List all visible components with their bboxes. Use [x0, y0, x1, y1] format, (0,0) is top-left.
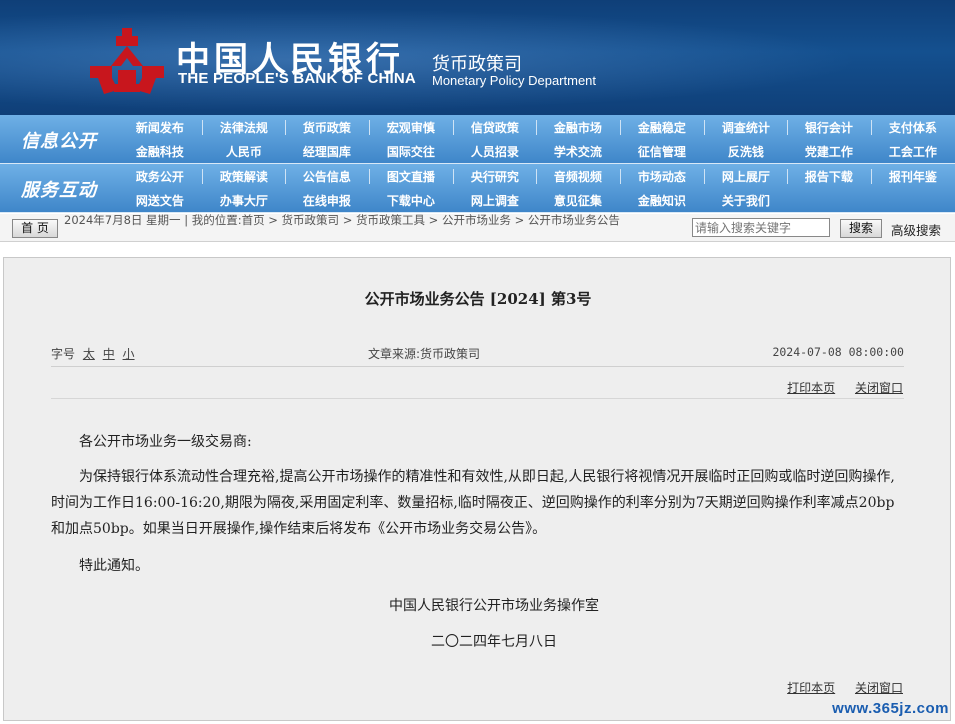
nav-item[interactable]: 金融科技	[118, 140, 202, 164]
nav-item[interactable]: 调查统计	[704, 116, 788, 140]
article-meta: 字号 太 中 小 文章来源:货币政策司 2024-07-08 08:00:00	[51, 345, 904, 363]
nav-item[interactable]: 图文直播	[369, 165, 453, 189]
nav-item[interactable]: 政策解读	[202, 165, 286, 189]
nav-item[interactable]: 国际交往	[369, 140, 453, 164]
advanced-search-link[interactable]: 高级搜索	[891, 220, 941, 239]
paragraph: 为保持银行体系流动性合理充裕,提高公开市场操作的精准性和有效性,从即日起,人民银…	[51, 469, 895, 537]
header-banner: 中国人民银行 THE PEOPLE'S BANK OF CHINA 货币政策司 …	[0, 0, 955, 115]
search-button[interactable]: 搜索	[840, 219, 882, 238]
print-link[interactable]: 打印本页	[787, 681, 835, 695]
font-size-selector: 字号 太 中 小	[51, 345, 135, 362]
nav-item[interactable]: 经理国库	[285, 140, 369, 164]
article-tools-bottom: 打印本页 关闭窗口	[771, 679, 903, 696]
nav-item[interactable]: 金融知识	[620, 189, 704, 213]
nav-divider	[620, 169, 621, 184]
nav-divider	[871, 169, 872, 184]
font-size-label: 字号	[51, 347, 76, 361]
nav-grid-service: 政务公开 政策解读 公告信息 图文直播 央行研究 音频视频 市场动态 网上展厅 …	[118, 164, 955, 213]
nav-item[interactable]: 银行会计	[787, 116, 871, 140]
nav-item[interactable]: 人员招录	[453, 140, 537, 164]
article-panel: 公开市场业务公告 [2024] 第3号 字号 太 中 小 文章来源:货币政策司 …	[3, 257, 951, 721]
nav-divider	[285, 169, 286, 184]
divider	[51, 366, 904, 367]
nav-item[interactable]: 学术交流	[536, 140, 620, 164]
nav-item[interactable]: 支付体系	[871, 116, 955, 140]
signature-date: 二〇二四年七月八日	[431, 634, 557, 650]
nav-section-service: 服务互动 政务公开 政策解读 公告信息 图文直播 央行研究 音频视频 市场动态 …	[0, 164, 955, 213]
print-link[interactable]: 打印本页	[787, 381, 835, 395]
nav-section-title-service: 服务互动	[21, 179, 97, 201]
nav-row: 网送文告 办事大厅 在线申报 下载中心 网上调查 意见征集 金融知识 关于我们	[118, 189, 955, 213]
nav-item[interactable]: 征信管理	[620, 140, 704, 164]
article-source: 文章来源:货币政策司	[368, 347, 481, 361]
nav-item[interactable]: 信贷政策	[453, 116, 537, 140]
nav-item[interactable]: 金融市场	[536, 116, 620, 140]
notice: 特此通知。	[79, 558, 149, 574]
nav-item[interactable]: 反洗钱	[704, 140, 788, 164]
nav-item[interactable]: 市场动态	[620, 165, 704, 189]
nav-item[interactable]: 政务公开	[118, 165, 202, 189]
nav-item[interactable]: 工会工作	[871, 140, 955, 164]
nav-section-title-info: 信息公开	[21, 130, 97, 152]
nav-divider	[536, 169, 537, 184]
nav-divider	[704, 120, 705, 135]
close-window-link[interactable]: 关闭窗口	[855, 681, 903, 695]
nav-item[interactable]: 人民币	[202, 140, 286, 164]
nav-item[interactable]: 金融稳定	[620, 116, 704, 140]
nav-grid-info: 新闻发布 法律法规 货币政策 宏观审慎 信贷政策 金融市场 金融稳定 调查统计 …	[118, 115, 955, 164]
search-input[interactable]	[692, 218, 830, 237]
bank-name-en: THE PEOPLE'S BANK OF CHINA	[178, 70, 416, 87]
nav-item[interactable]: 在线申报	[285, 189, 369, 213]
nav-divider	[202, 120, 203, 135]
font-size-small-link[interactable]: 小	[123, 347, 135, 361]
main-nav: 信息公开 新闻发布 法律法规 货币政策 宏观审慎 信贷政策 金融市场 金融稳定 …	[0, 115, 955, 213]
close-window-link[interactable]: 关闭窗口	[855, 381, 903, 395]
watermark: www.365jz.com	[832, 700, 949, 717]
salutation: 各公开市场业务一级交易商:	[79, 434, 252, 450]
nav-divider	[620, 120, 621, 135]
pboc-logo-icon[interactable]	[88, 26, 166, 96]
font-size-large-link[interactable]: 太	[83, 347, 95, 361]
nav-item[interactable]: 网上调查	[453, 189, 537, 213]
nav-item[interactable]: 党建工作	[787, 140, 871, 164]
home-button[interactable]: 首 页	[12, 219, 58, 238]
nav-item[interactable]: 下载中心	[369, 189, 453, 213]
nav-item[interactable]: 法律法规	[202, 116, 286, 140]
article-tools-top: 打印本页 关闭窗口	[771, 379, 903, 396]
nav-item[interactable]: 宏观审慎	[369, 116, 453, 140]
dept-name-en: Monetary Policy Department	[432, 73, 597, 88]
nav-item[interactable]: 关于我们	[704, 189, 788, 213]
breadcrumb-bar: 首 页 2024年7月8日 星期一 | 我的位置:首页 > 货币政策司 > 货币…	[0, 214, 955, 242]
breadcrumb[interactable]: 2024年7月8日 星期一 | 我的位置:首页 > 货币政策司 > 货币政策工具…	[64, 214, 684, 227]
nav-item[interactable]: 报告下载	[787, 165, 871, 189]
nav-divider	[787, 169, 788, 184]
nav-item[interactable]: 音频视频	[536, 165, 620, 189]
nav-divider	[285, 120, 286, 135]
nav-item[interactable]: 意见征集	[536, 189, 620, 213]
nav-divider	[369, 120, 370, 135]
nav-item[interactable]: 新闻发布	[118, 116, 202, 140]
nav-item[interactable]: 央行研究	[453, 165, 537, 189]
article-title: 公开市场业务公告 [2024] 第3号	[364, 290, 592, 308]
nav-divider	[536, 120, 537, 135]
nav-divider	[871, 120, 872, 135]
divider	[51, 398, 904, 399]
publish-time: 2024-07-08 08:00:00	[772, 345, 904, 359]
nav-divider	[453, 169, 454, 184]
nav-divider	[369, 169, 370, 184]
nav-item[interactable]: 报刊年鉴	[871, 165, 955, 189]
font-size-medium-link[interactable]: 中	[103, 347, 115, 361]
nav-item[interactable]: 网送文告	[118, 189, 202, 213]
nav-divider	[704, 169, 705, 184]
nav-divider	[202, 169, 203, 184]
nav-item[interactable]: 办事大厅	[202, 189, 286, 213]
nav-divider	[453, 120, 454, 135]
nav-item[interactable]: 公告信息	[285, 165, 369, 189]
signature: 中国人民银行公开市场业务操作室	[389, 598, 599, 614]
nav-divider	[787, 120, 788, 135]
nav-item[interactable]: 网上展厅	[704, 165, 788, 189]
nav-row: 金融科技 人民币 经理国库 国际交往 人员招录 学术交流 征信管理 反洗钱 党建…	[118, 140, 955, 164]
nav-section-info: 信息公开 新闻发布 法律法规 货币政策 宏观审慎 信贷政策 金融市场 金融稳定 …	[0, 115, 955, 164]
nav-item[interactable]: 货币政策	[285, 116, 369, 140]
